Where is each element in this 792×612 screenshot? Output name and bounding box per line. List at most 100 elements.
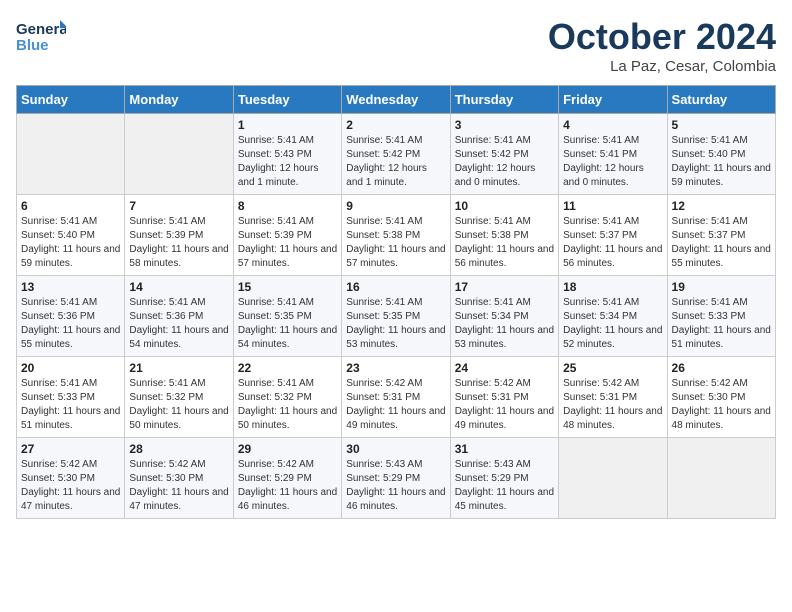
day-cell: 27 Sunrise: 5:42 AMSunset: 5:30 PMDayligh… xyxy=(17,438,125,519)
location-subtitle: La Paz, Cesar, Colombia xyxy=(548,58,776,75)
day-cell: 17 Sunrise: 5:41 AMSunset: 5:34 PMDayligh… xyxy=(450,276,558,357)
day-info: Sunrise: 5:41 AMSunset: 5:32 PMDaylight:… xyxy=(129,377,228,433)
day-number: 16 xyxy=(346,280,445,294)
day-cell: 13 Sunrise: 5:41 AMSunset: 5:36 PMDayligh… xyxy=(17,276,125,357)
day-number: 17 xyxy=(455,280,554,294)
day-cell: 30Sunrise: 5:43 AMSunset: 5:29 PMDayligh… xyxy=(342,438,450,519)
day-info: Sunrise: 5:42 AMSunset: 5:29 PMDaylight:… xyxy=(238,458,337,514)
day-number: 10 xyxy=(455,199,554,213)
svg-text:Blue: Blue xyxy=(16,37,49,54)
day-cell: 10 Sunrise: 5:41 AMSunset: 5:38 PMDayligh… xyxy=(450,195,558,276)
day-info: Sunrise: 5:41 AMSunset: 5:36 PMDaylight:… xyxy=(129,296,228,352)
day-cell: 25 Sunrise: 5:42 AMSunset: 5:31 PMDayligh… xyxy=(559,357,667,438)
day-number: 3 xyxy=(455,118,554,132)
week-row-1: 1 Sunrise: 5:41 AMSunset: 5:43 PMDaylight… xyxy=(17,114,776,195)
week-row-5: 27 Sunrise: 5:42 AMSunset: 5:30 PMDayligh… xyxy=(17,438,776,519)
day-cell: 23 Sunrise: 5:42 AMSunset: 5:31 PMDayligh… xyxy=(342,357,450,438)
day-cell: 7 Sunrise: 5:41 AMSunset: 5:39 PMDaylight… xyxy=(125,195,233,276)
logo: General Blue xyxy=(16,16,66,56)
day-cell: 19Sunrise: 5:41 AMSunset: 5:33 PMDayligh… xyxy=(667,276,775,357)
day-cell: 8Sunrise: 5:41 AMSunset: 5:39 PMDaylight… xyxy=(233,195,341,276)
day-info: Sunrise: 5:41 AMSunset: 5:43 PMDaylight:… xyxy=(238,134,337,190)
header-cell-tuesday: Tuesday xyxy=(233,86,341,114)
calendar-header: SundayMondayTuesdayWednesdayThursdayFrid… xyxy=(17,86,776,114)
svg-text:General: General xyxy=(16,21,66,38)
day-number: 28 xyxy=(129,442,228,456)
day-info: Sunrise: 5:42 AMSunset: 5:31 PMDaylight:… xyxy=(455,377,554,433)
calendar-table: SundayMondayTuesdayWednesdayThursdayFrid… xyxy=(16,85,776,519)
day-cell: 31Sunrise: 5:43 AMSunset: 5:29 PMDayligh… xyxy=(450,438,558,519)
day-number: 2 xyxy=(346,118,445,132)
day-number: 7 xyxy=(129,199,228,213)
page-header: General Blue October 2024 La Paz, Cesar,… xyxy=(16,16,776,75)
day-info: Sunrise: 5:41 AMSunset: 5:36 PMDaylight:… xyxy=(21,296,120,352)
day-info: Sunrise: 5:41 AMSunset: 5:39 PMDaylight:… xyxy=(238,215,337,271)
day-cell: 29 Sunrise: 5:42 AMSunset: 5:29 PMDayligh… xyxy=(233,438,341,519)
day-cell: 21 Sunrise: 5:41 AMSunset: 5:32 PMDayligh… xyxy=(125,357,233,438)
day-info: Sunrise: 5:41 AMSunset: 5:34 PMDaylight:… xyxy=(455,296,554,352)
day-info: Sunrise: 5:43 AMSunset: 5:29 PMDaylight:… xyxy=(346,458,445,514)
day-info: Sunrise: 5:41 AMSunset: 5:37 PMDaylight:… xyxy=(672,215,771,271)
day-cell: 18 Sunrise: 5:41 AMSunset: 5:34 PMDayligh… xyxy=(559,276,667,357)
day-number: 18 xyxy=(563,280,662,294)
day-number: 15 xyxy=(238,280,337,294)
week-row-2: 6Sunrise: 5:41 AMSunset: 5:40 PMDaylight… xyxy=(17,195,776,276)
day-cell: 20 Sunrise: 5:41 AMSunset: 5:33 PMDayligh… xyxy=(17,357,125,438)
day-info: Sunrise: 5:41 AMSunset: 5:35 PMDaylight:… xyxy=(346,296,445,352)
day-number: 26 xyxy=(672,361,771,375)
day-cell: 11 Sunrise: 5:41 AMSunset: 5:37 PMDayligh… xyxy=(559,195,667,276)
day-number: 5 xyxy=(672,118,771,132)
day-number: 22 xyxy=(238,361,337,375)
day-number: 12 xyxy=(672,199,771,213)
day-cell: 1 Sunrise: 5:41 AMSunset: 5:43 PMDaylight… xyxy=(233,114,341,195)
day-info: Sunrise: 5:42 AMSunset: 5:31 PMDaylight:… xyxy=(346,377,445,433)
day-cell: 22Sunrise: 5:41 AMSunset: 5:32 PMDayligh… xyxy=(233,357,341,438)
day-number: 23 xyxy=(346,361,445,375)
week-row-3: 13 Sunrise: 5:41 AMSunset: 5:36 PMDayligh… xyxy=(17,276,776,357)
day-cell: 26 Sunrise: 5:42 AMSunset: 5:30 PMDayligh… xyxy=(667,357,775,438)
day-cell: 24 Sunrise: 5:42 AMSunset: 5:31 PMDayligh… xyxy=(450,357,558,438)
day-info: Sunrise: 5:42 AMSunset: 5:30 PMDaylight:… xyxy=(21,458,120,514)
day-number: 14 xyxy=(129,280,228,294)
day-number: 29 xyxy=(238,442,337,456)
day-cell: 2 Sunrise: 5:41 AMSunset: 5:42 PMDaylight… xyxy=(342,114,450,195)
day-info: Sunrise: 5:41 AMSunset: 5:40 PMDaylight:… xyxy=(672,134,771,190)
logo-icon: General Blue xyxy=(16,16,66,56)
day-info: Sunrise: 5:41 AMSunset: 5:42 PMDaylight:… xyxy=(346,134,445,190)
header-cell-saturday: Saturday xyxy=(667,86,775,114)
calendar-body: 1 Sunrise: 5:41 AMSunset: 5:43 PMDaylight… xyxy=(17,114,776,519)
day-number: 27 xyxy=(21,442,120,456)
day-info: Sunrise: 5:42 AMSunset: 5:31 PMDaylight:… xyxy=(563,377,662,433)
header-row: SundayMondayTuesdayWednesdayThursdayFrid… xyxy=(17,86,776,114)
day-number: 11 xyxy=(563,199,662,213)
day-number: 13 xyxy=(21,280,120,294)
day-number: 25 xyxy=(563,361,662,375)
day-info: Sunrise: 5:42 AMSunset: 5:30 PMDaylight:… xyxy=(129,458,228,514)
day-info: Sunrise: 5:41 AMSunset: 5:40 PMDaylight:… xyxy=(21,215,120,271)
day-info: Sunrise: 5:41 AMSunset: 5:38 PMDaylight:… xyxy=(455,215,554,271)
week-row-4: 20 Sunrise: 5:41 AMSunset: 5:33 PMDayligh… xyxy=(17,357,776,438)
day-cell xyxy=(125,114,233,195)
day-number: 9 xyxy=(346,199,445,213)
day-number: 19 xyxy=(672,280,771,294)
day-number: 24 xyxy=(455,361,554,375)
day-cell: 6Sunrise: 5:41 AMSunset: 5:40 PMDaylight… xyxy=(17,195,125,276)
day-cell: 9Sunrise: 5:41 AMSunset: 5:38 PMDaylight… xyxy=(342,195,450,276)
day-info: Sunrise: 5:41 AMSunset: 5:37 PMDaylight:… xyxy=(563,215,662,271)
day-number: 21 xyxy=(129,361,228,375)
day-number: 1 xyxy=(238,118,337,132)
header-cell-wednesday: Wednesday xyxy=(342,86,450,114)
day-cell xyxy=(559,438,667,519)
day-number: 4 xyxy=(563,118,662,132)
day-number: 20 xyxy=(21,361,120,375)
day-info: Sunrise: 5:41 AMSunset: 5:39 PMDaylight:… xyxy=(129,215,228,271)
day-cell xyxy=(667,438,775,519)
day-cell: 12 Sunrise: 5:41 AMSunset: 5:37 PMDayligh… xyxy=(667,195,775,276)
day-info: Sunrise: 5:41 AMSunset: 5:33 PMDaylight:… xyxy=(21,377,120,433)
day-cell: 5 Sunrise: 5:41 AMSunset: 5:40 PMDaylight… xyxy=(667,114,775,195)
day-info: Sunrise: 5:41 AMSunset: 5:42 PMDaylight:… xyxy=(455,134,554,190)
day-info: Sunrise: 5:41 AMSunset: 5:34 PMDaylight:… xyxy=(563,296,662,352)
day-info: Sunrise: 5:43 AMSunset: 5:29 PMDaylight:… xyxy=(455,458,554,514)
title-block: October 2024 La Paz, Cesar, Colombia xyxy=(548,16,776,75)
day-info: Sunrise: 5:42 AMSunset: 5:30 PMDaylight:… xyxy=(672,377,771,433)
